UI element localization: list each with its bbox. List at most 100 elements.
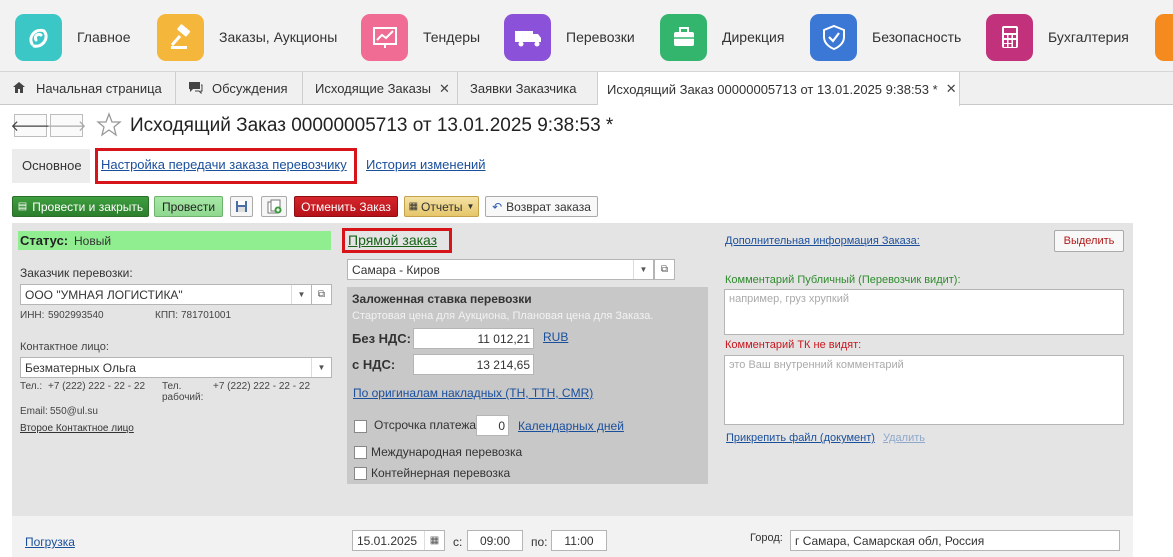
- cancel-order-button[interactable]: Отменить Заказ: [294, 196, 398, 217]
- tab-customer-requests[interactable]: Заявки Заказчика: [458, 72, 598, 105]
- copy-add-icon: [267, 199, 281, 214]
- section-orders[interactable]: Заказы, Аукционы: [157, 13, 338, 61]
- tab-bar: Начальная страница Обсуждения Исходящие …: [0, 72, 1173, 106]
- section-label: Заказы, Аукционы: [219, 29, 338, 45]
- section-tenders[interactable]: Тендеры: [361, 13, 481, 61]
- international-checkbox[interactable]: [354, 446, 367, 459]
- contact-phone: +7 (222) 222 - 22 - 22: [48, 381, 146, 392]
- attach-file-link[interactable]: Прикрепить файл (документ): [726, 432, 875, 444]
- kpp-value: 781701001: [181, 310, 232, 321]
- rate-title: Заложенная ставка перевозки: [352, 292, 532, 306]
- arrow-left-icon: 🡐: [10, 118, 51, 135]
- calculator-icon: [986, 13, 1033, 61]
- deferral-checkbox[interactable]: [354, 420, 367, 433]
- contact-work-phone: +7 (222) 222 - 22 - 22: [213, 381, 311, 392]
- chevron-down-icon[interactable]: ▼: [311, 358, 331, 377]
- post-button[interactable]: Провести: [154, 196, 223, 217]
- status-value: Новый: [74, 234, 112, 248]
- route-field[interactable]: Самара - Киров ▼: [347, 259, 654, 280]
- rate-no-vat-field[interactable]: 11 012,21: [413, 328, 534, 349]
- calendar-days-link[interactable]: Календарных дней: [518, 419, 624, 433]
- section-label: Дирекция: [722, 29, 785, 45]
- section-label: Тендеры: [423, 29, 481, 45]
- by-originals-link[interactable]: По оригиналам накладных (ТН, ТТН, CMR): [353, 386, 593, 400]
- gear-icon: [1155, 13, 1173, 61]
- tab-discussions[interactable]: Обсуждения: [176, 72, 303, 105]
- open-icon[interactable]: ⧉: [311, 284, 332, 305]
- section-label: Безопасность: [872, 29, 962, 45]
- tab-current-order[interactable]: Исходящий Заказ 00000005713 от 13.01.202…: [598, 72, 960, 106]
- close-icon[interactable]: ✕: [439, 81, 450, 97]
- chevron-down-icon: ▼: [466, 202, 475, 211]
- shield-icon: [810, 13, 857, 61]
- section-directorate[interactable]: Дирекция: [660, 13, 785, 61]
- open-icon[interactable]: ⧉: [654, 259, 675, 280]
- calendar-icon[interactable]: ▦: [424, 531, 444, 550]
- post-and-close-button[interactable]: ▤ Провести и закрыть: [12, 196, 149, 217]
- chevron-down-icon[interactable]: ▼: [291, 285, 311, 304]
- truck-icon: [504, 13, 551, 61]
- customer-label: Заказчик перевозки:: [20, 266, 133, 280]
- section-transport[interactable]: Перевозки: [504, 13, 635, 61]
- contact-label: Контактное лицо:: [20, 341, 109, 353]
- contact-field[interactable]: Безматерных Ольга ▼: [20, 357, 332, 378]
- chevron-down-icon[interactable]: ▼: [633, 260, 653, 279]
- loading-link[interactable]: Погрузка: [25, 535, 75, 549]
- star-icon[interactable]: [96, 112, 122, 141]
- reports-button[interactable]: ▦ Отчеты ▼: [404, 196, 479, 217]
- subtab-main[interactable]: Основное: [12, 149, 90, 183]
- section-main[interactable]: Главное: [15, 13, 131, 61]
- direct-order-link[interactable]: Прямой заказ: [348, 232, 437, 248]
- section-security[interactable]: Безопасность: [810, 13, 962, 61]
- rate-subtitle: Стартовая цена для Аукциона, Плановая це…: [352, 310, 654, 322]
- section-more[interactable]: [1155, 13, 1173, 61]
- home-icon: [12, 81, 26, 97]
- save-button[interactable]: [230, 196, 253, 217]
- briefcase-icon: [660, 13, 707, 61]
- currency-link[interactable]: RUB: [543, 330, 568, 344]
- second-contact-link[interactable]: Второе Контактное лицо: [20, 423, 134, 434]
- arrow-right-icon: 🡒: [46, 118, 87, 135]
- gavel-icon: [157, 13, 204, 61]
- subtab-history[interactable]: История изменений: [366, 157, 486, 172]
- section-label: Главное: [77, 29, 131, 45]
- undo-arrow-icon: ↶: [492, 199, 503, 214]
- loading-from-field[interactable]: 09:00: [467, 530, 523, 551]
- additional-info-link[interactable]: Дополнительная информация Заказа:: [725, 235, 920, 247]
- back-button[interactable]: 🡐: [10, 114, 51, 137]
- loading-to-field[interactable]: 11:00: [551, 530, 607, 551]
- inn-value: 5902993540: [48, 310, 104, 321]
- tab-outgoing-orders[interactable]: Исходящие Заказы ✕: [303, 72, 458, 105]
- rate-vat-field[interactable]: 13 214,65: [413, 354, 534, 375]
- loading-date-field[interactable]: 15.01.2025 ▦: [352, 530, 445, 551]
- section-bar: Главное Заказы, Аукционы Тендеры Перевоз…: [0, 0, 1173, 72]
- section-label: Бухгалтерия: [1048, 29, 1129, 45]
- subtab-transfer-settings[interactable]: Настройка передачи заказа перевозчику: [101, 157, 347, 172]
- chart-icon: [361, 13, 408, 61]
- public-comment-label: Комментарий Публичный (Перевозчик видит)…: [725, 274, 961, 286]
- loading-city-field[interactable]: г Самара, Самарская обл, Россия: [790, 530, 1120, 551]
- private-comment-label: Комментарий ТК не видят:: [725, 339, 862, 351]
- contact-email: 550@ul.su: [50, 406, 98, 417]
- status-bar: Статус: Новый: [18, 231, 331, 250]
- close-icon[interactable]: ✕: [946, 81, 957, 97]
- section-label: Перевозки: [566, 29, 635, 45]
- deferral-days-field[interactable]: 0: [476, 415, 509, 436]
- return-order-button[interactable]: ↶ Возврат заказа: [485, 196, 598, 217]
- report-icon: ▦: [408, 201, 419, 212]
- container-checkbox[interactable]: [354, 467, 367, 480]
- tab-home[interactable]: Начальная страница: [0, 72, 176, 105]
- speech-bubble-icon: [188, 81, 203, 97]
- select-button[interactable]: Выделить: [1054, 230, 1124, 252]
- swirl-icon: [15, 13, 62, 61]
- public-comment-field[interactable]: например, груз хрупкий: [724, 289, 1124, 335]
- forward-button[interactable]: 🡒: [46, 114, 87, 137]
- delete-link[interactable]: Удалить: [883, 432, 925, 444]
- copy-button[interactable]: [261, 196, 287, 217]
- section-accounting[interactable]: Бухгалтерия: [986, 13, 1129, 61]
- page-title: Исходящий Заказ 00000005713 от 13.01.202…: [130, 115, 614, 136]
- customer-field[interactable]: ООО "УМНАЯ ЛОГИСТИКА" ▼: [20, 284, 312, 305]
- status-label: Статус:: [20, 233, 69, 248]
- floppy-icon: [236, 201, 247, 212]
- private-comment-field[interactable]: это Ваш внутренний комментарий: [724, 355, 1124, 425]
